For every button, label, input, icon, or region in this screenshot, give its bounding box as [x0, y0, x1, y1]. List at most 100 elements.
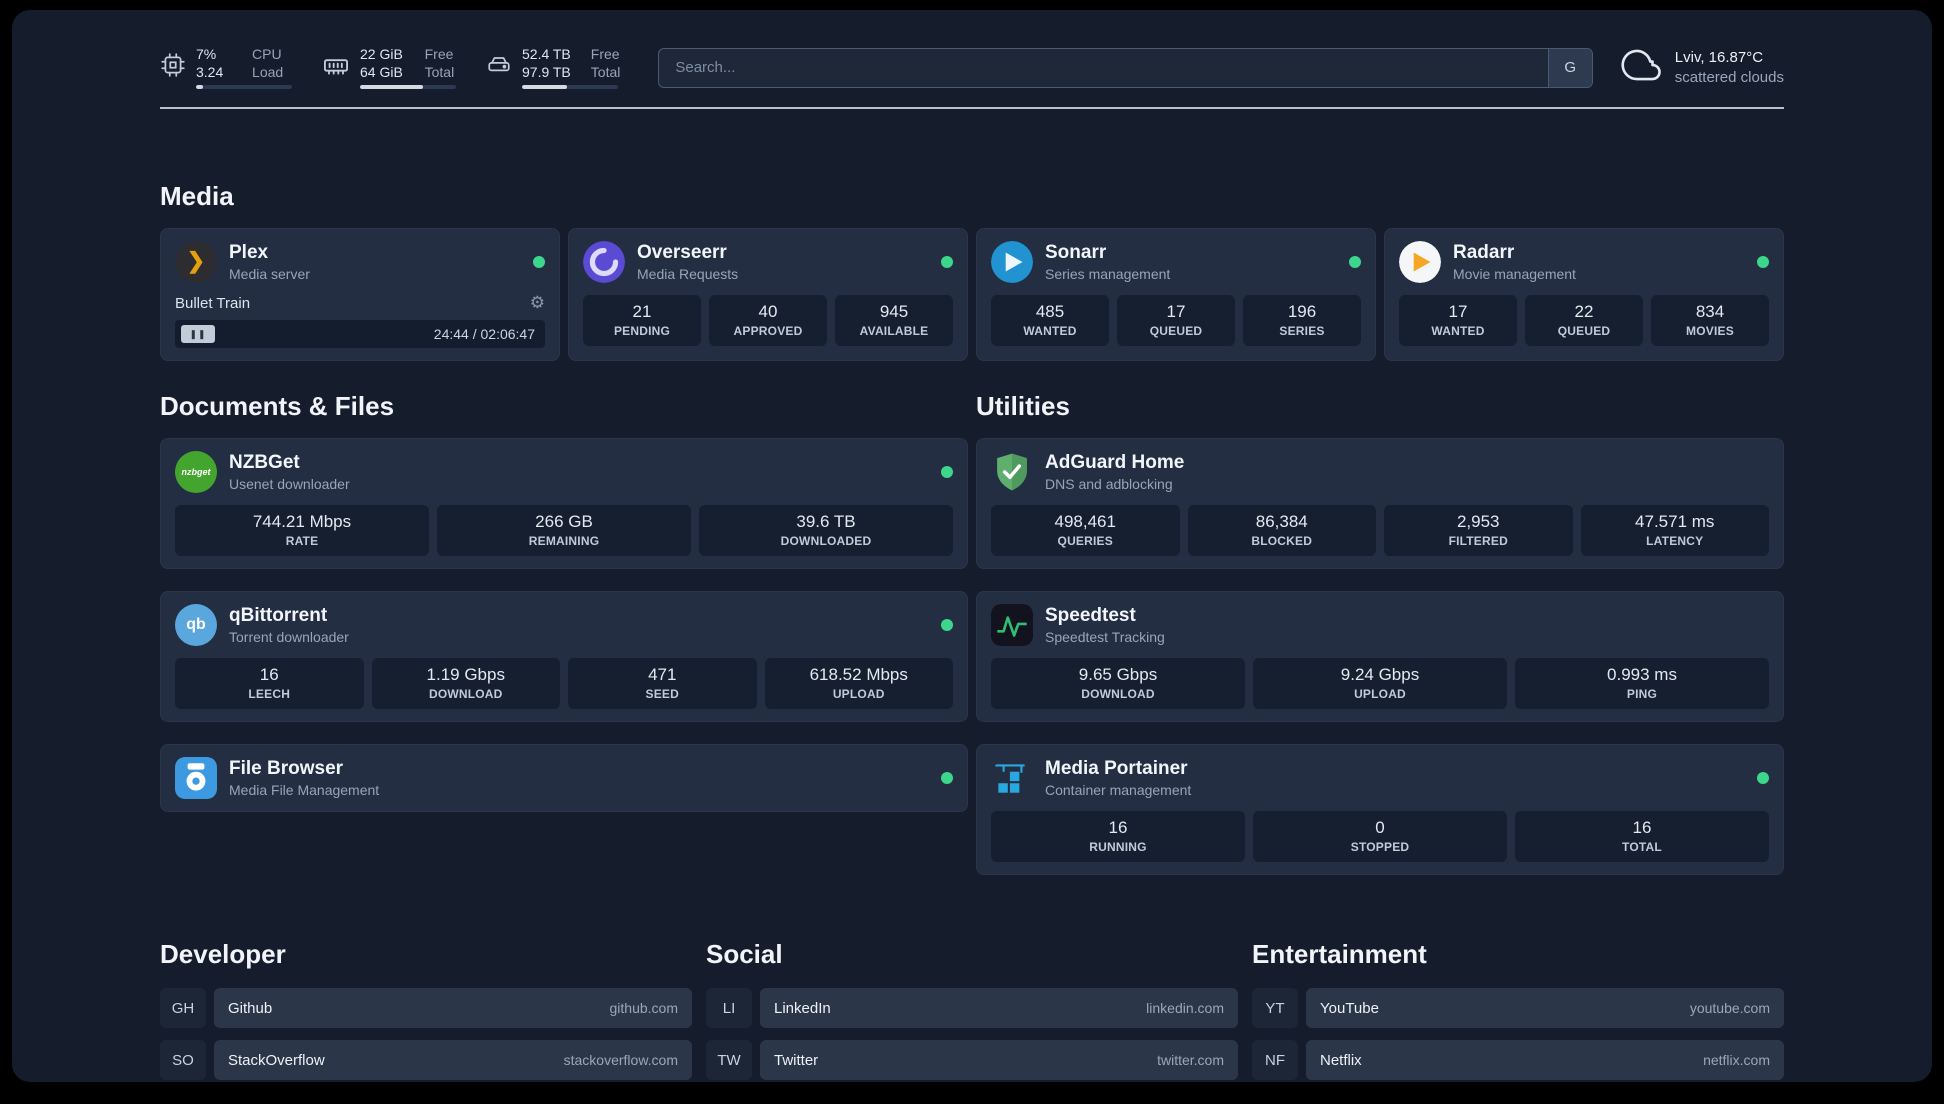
stat-wanted: 17 WANTED: [1399, 295, 1517, 346]
disk-icon: [486, 46, 512, 83]
bookmark-abbr: GH: [160, 988, 206, 1028]
stat-wanted: 485 WANTED: [991, 295, 1109, 346]
status-dot: [1349, 256, 1361, 268]
bookmark-abbr: TW: [706, 1040, 752, 1080]
service-card-qbittorrent[interactable]: qb qBittorrent Torrent downloader 16 LEE…: [160, 591, 968, 722]
stat-rate: 744.21 Mbps RATE: [175, 505, 429, 556]
service-title: File Browser: [229, 758, 344, 779]
memory-total-label: Total: [424, 64, 455, 80]
sonarr-icon: [991, 241, 1033, 283]
bookmark-name: Github: [228, 999, 273, 1017]
service-subtitle: Movie management: [1453, 266, 1576, 282]
bookmark-url: twitter.com: [1157, 1052, 1224, 1068]
section-media: Media ❯ Plex Media server Bullet Train ⚙…: [160, 181, 1784, 361]
service-subtitle: Torrent downloader: [229, 629, 349, 645]
stat-leech: 16 LEECH: [175, 658, 364, 709]
bookmark-linkedin[interactable]: LI LinkedIn linkedin.com: [706, 988, 1238, 1028]
service-card-adguard[interactable]: AdGuard Home DNS and adblocking 498,461 …: [976, 438, 1784, 569]
cpu-progress-fill: [196, 85, 203, 89]
service-title: Plex: [229, 242, 269, 263]
bookmark-abbr: LI: [706, 988, 752, 1028]
disk-total-value: 97.9 TB: [522, 64, 571, 80]
service-card-plex[interactable]: ❯ Plex Media server Bullet Train ⚙ ❚❚ 24…: [160, 228, 560, 361]
memory-progress-track: [360, 85, 456, 89]
cpu-usage-label: CPU: [252, 46, 282, 62]
memory-total-value: 64 GiB: [360, 64, 403, 80]
memory-free-value: 22 GiB: [360, 46, 403, 62]
service-subtitle: Series management: [1045, 266, 1171, 282]
cpu-progress-track: [196, 85, 292, 89]
bookmark-netflix[interactable]: NF Netflix netflix.com: [1252, 1040, 1784, 1080]
cloud-icon: [1621, 44, 1663, 91]
bookmark-youtube[interactable]: YT YouTube youtube.com: [1252, 988, 1784, 1028]
stat-download: 9.65 Gbps DOWNLOAD: [991, 658, 1245, 709]
bookmark-url: stackoverflow.com: [563, 1052, 678, 1068]
memory-free-label: Free: [424, 46, 454, 62]
service-card-speedtest[interactable]: Speedtest Speedtest Tracking 9.65 Gbps D…: [976, 591, 1784, 722]
stat-filtered: 2,953 FILTERED: [1384, 505, 1573, 556]
stat-running: 16 RUNNING: [991, 811, 1245, 862]
stat-remaining: 266 GB REMAINING: [437, 505, 691, 556]
search-bar: G: [658, 47, 1593, 88]
media-seek-bar[interactable]: ❚❚ 24:44 / 02:06:47: [175, 320, 545, 348]
service-title: qBittorrent: [229, 605, 328, 626]
cpu-load-value: 3.24: [196, 64, 224, 80]
pause-button[interactable]: ❚❚: [181, 325, 215, 343]
service-card-sonarr[interactable]: Sonarr Series management 485 WANTED 17 Q…: [976, 228, 1376, 361]
disk-progress-track: [522, 85, 618, 89]
bookmark-name: YouTube: [1320, 999, 1379, 1017]
bookmark-url: netflix.com: [1703, 1052, 1770, 1068]
top-bar: 7% CPU 3.24 Load 22 GiB Free 64 GiB Tota…: [160, 10, 1784, 91]
stat-series: 196 SERIES: [1243, 295, 1361, 346]
service-subtitle: Media server: [229, 266, 310, 282]
plex-icon: ❯: [175, 241, 217, 283]
section-documents: Documents & Files nzbget NZBGet Usenet d…: [160, 391, 968, 875]
stat-available: 945 AVAILABLE: [835, 295, 953, 346]
weather-condition: scattered clouds: [1674, 68, 1784, 86]
section-heading-documents: Documents & Files: [160, 391, 395, 421]
service-card-radarr[interactable]: Radarr Movie management 17 WANTED 22 QUE…: [1384, 228, 1784, 361]
search-input[interactable]: [658, 47, 1593, 88]
section-heading-entertainment: Entertainment: [1252, 939, 1427, 969]
stat-movies: 834 MOVIES: [1651, 295, 1769, 346]
bookmark-twitter[interactable]: TW Twitter twitter.com: [706, 1040, 1238, 1080]
service-title: NZBGet: [229, 452, 300, 473]
service-card-nzbget[interactable]: nzbget NZBGet Usenet downloader 744.21 M…: [160, 438, 968, 569]
service-title: AdGuard Home: [1045, 452, 1185, 473]
filebrowser-icon: [175, 757, 217, 799]
service-card-overseerr[interactable]: Overseerr Media Requests 21 PENDING 40 A…: [568, 228, 968, 361]
stat-ping: 0.993 ms PING: [1515, 658, 1769, 709]
portainer-icon: [991, 757, 1033, 799]
status-dot: [1757, 256, 1769, 268]
service-subtitle: Speedtest Tracking: [1045, 629, 1165, 645]
bookmark-url: github.com: [609, 1000, 678, 1016]
service-title: Speedtest: [1045, 605, 1136, 626]
search-provider-button[interactable]: G: [1547, 48, 1592, 87]
status-dot: [533, 256, 545, 268]
bookmark-github[interactable]: GH Github github.com: [160, 988, 692, 1028]
stat-latency: 47.571 ms LATENCY: [1580, 505, 1769, 556]
section-heading-developer: Developer: [160, 939, 286, 969]
nzbget-icon: nzbget: [175, 451, 217, 493]
bookmark-abbr: SO: [160, 1040, 206, 1080]
section-utilities: Utilities AdGuard Home DNS and adblockin…: [976, 391, 1784, 875]
bookmark-name: Twitter: [774, 1051, 819, 1069]
memory-widget: 22 GiB Free 64 GiB Total: [322, 46, 456, 89]
qbittorrent-icon: qb: [175, 604, 217, 646]
stat-total: 16 TOTAL: [1515, 811, 1769, 862]
stat-upload: 618.52 Mbps UPLOAD: [764, 658, 953, 709]
service-subtitle: Container management: [1045, 782, 1192, 798]
memory-icon: [322, 46, 350, 85]
bookmark-name: Netflix: [1320, 1051, 1362, 1069]
stat-seed: 471 SEED: [568, 658, 757, 709]
dashboard-page: 7% CPU 3.24 Load 22 GiB Free 64 GiB Tota…: [12, 10, 1932, 1082]
cpu-widget: 7% CPU 3.24 Load: [160, 46, 292, 89]
bookmark-stackoverflow[interactable]: SO StackOverflow stackoverflow.com: [160, 1040, 692, 1080]
stat-queries: 498,461 QUERIES: [991, 505, 1180, 556]
disk-widget: 52.4 TB Free 97.9 TB Total: [486, 46, 620, 89]
service-card-filebrowser[interactable]: File Browser Media File Management: [160, 744, 968, 812]
service-card-portainer[interactable]: Media Portainer Container management 16 …: [976, 744, 1784, 875]
section-heading-media: Media: [160, 181, 234, 211]
gear-icon[interactable]: ⚙: [530, 293, 545, 313]
service-subtitle: DNS and adblocking: [1045, 476, 1173, 492]
